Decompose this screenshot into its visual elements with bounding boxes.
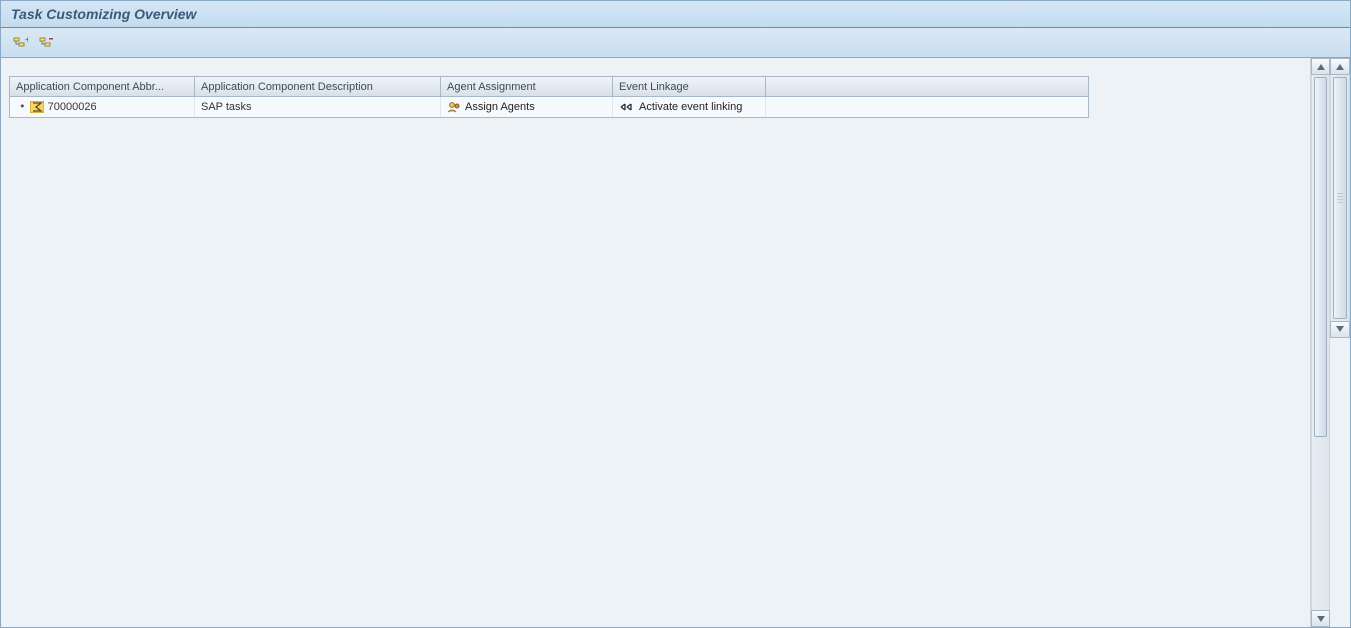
cell-agent-text: Assign Agents — [465, 97, 535, 117]
scrollbar-filler — [1330, 348, 1350, 628]
activate-linking-icon — [619, 102, 635, 112]
column-header-abbr[interactable]: Application Component Abbr... — [10, 77, 195, 97]
collapse-all-button[interactable] — [35, 33, 57, 53]
tree-leaf-bullet-icon: • — [19, 97, 26, 117]
tree-node[interactable]: • 70000026 — [16, 97, 97, 117]
triangle-up-icon — [1317, 64, 1325, 70]
cell-blank — [766, 97, 1088, 117]
title-bar: Task Customizing Overview — [0, 0, 1351, 28]
cell-event-text: Activate event linking — [639, 97, 742, 117]
grid-panel: Application Component Abbr... Applicatio… — [1, 58, 1310, 627]
triangle-up-icon — [1336, 64, 1344, 70]
scroll-track[interactable] — [1311, 75, 1330, 610]
column-header-description[interactable]: Application Component Description — [195, 77, 441, 97]
sigma-node-icon — [30, 101, 44, 113]
page-title: Task Customizing Overview — [11, 6, 196, 22]
toolbar: + © www.tutorialkart.com — [0, 28, 1351, 58]
scrollbars-stack-inner — [1330, 58, 1350, 627]
expand-hierarchy-icon: + — [13, 36, 28, 50]
svg-text:+: + — [25, 36, 28, 44]
collapse-hierarchy-icon — [39, 36, 54, 50]
table-row[interactable]: • 70000026 SAP tasks — [10, 97, 1088, 117]
scroll-down-button[interactable] — [1311, 610, 1330, 627]
cell-agent-assignment[interactable]: Assign Agents — [441, 97, 613, 117]
scrollbar-gap — [1330, 338, 1350, 348]
scroll-thumb[interactable] — [1333, 77, 1347, 319]
cell-description-text: SAP tasks — [201, 97, 252, 117]
column-header-blank — [766, 77, 1088, 97]
scroll-up-button[interactable] — [1330, 58, 1350, 75]
content-area: Application Component Abbr... Applicatio… — [0, 58, 1351, 628]
cell-abbr-text: 70000026 — [48, 97, 97, 117]
cell-event-linkage[interactable]: Activate event linking — [613, 97, 766, 117]
column-header-agent[interactable]: Agent Assignment — [441, 77, 613, 97]
grid-header-row: Application Component Abbr... Applicatio… — [10, 77, 1088, 97]
scroll-thumb[interactable] — [1314, 77, 1327, 437]
scroll-track[interactable] — [1330, 75, 1350, 321]
triangle-down-icon — [1336, 326, 1344, 332]
cell-description: SAP tasks — [195, 97, 441, 117]
column-header-event[interactable]: Event Linkage — [613, 77, 766, 97]
scrollbars-stack — [1310, 58, 1330, 627]
scroll-down-button[interactable] — [1330, 321, 1350, 338]
inner-vertical-scrollbar[interactable] — [1330, 58, 1350, 338]
scroll-up-button[interactable] — [1311, 58, 1330, 75]
expand-all-button[interactable]: + — [9, 33, 31, 53]
cell-abbr: • 70000026 — [10, 97, 195, 117]
outer-vertical-scrollbar[interactable] — [1311, 58, 1330, 627]
assign-agents-icon — [447, 101, 461, 113]
tree-grid: Application Component Abbr... Applicatio… — [9, 76, 1089, 118]
scroll-grip-icon — [1337, 193, 1343, 203]
triangle-down-icon — [1317, 616, 1325, 622]
